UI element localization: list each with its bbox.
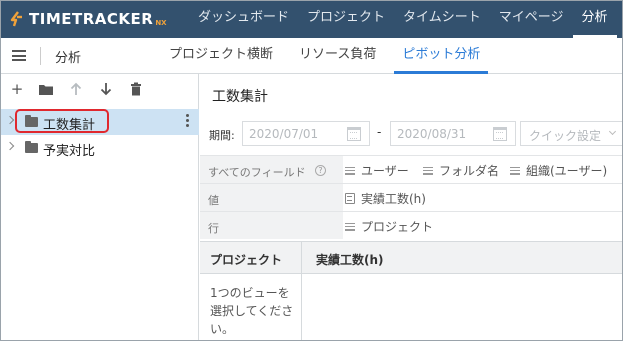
all-fields-label-cell: すべてのフィールド ? [200, 155, 343, 183]
column-header-project: プロジェクト [210, 253, 283, 267]
drag-handle-icon [345, 222, 355, 231]
values-label-cell: 値 [200, 183, 343, 211]
drag-handle-icon [423, 166, 433, 175]
rows-row: 行 プロジェクト [200, 211, 622, 239]
all-fields-label: すべてのフィールド [208, 166, 306, 179]
more-options-icon[interactable] [186, 114, 189, 129]
rows-area: プロジェクト [343, 211, 622, 239]
nav-project[interactable]: プロジェクト [298, 1, 394, 38]
help-icon[interactable]: ? [315, 165, 326, 176]
section-title: 分析 [55, 51, 82, 66]
drag-handle-icon [345, 166, 355, 175]
nav-analysis[interactable]: 分析 [572, 1, 617, 38]
pivot-table-header: プロジェクト 実績工数(h) [200, 241, 622, 275]
divider [40, 47, 41, 65]
trash-icon[interactable] [128, 81, 144, 97]
column-divider [301, 274, 302, 340]
field-chip-label: フォルダ名 [439, 164, 500, 178]
field-chip-actual-hours[interactable]: 実績工数(h) [345, 190, 426, 207]
rows-label: 行 [208, 222, 219, 235]
period-label: 期間: [209, 129, 235, 142]
add-icon[interactable]: + [9, 81, 25, 97]
date-from-field[interactable]: 2020/07/01 [242, 121, 370, 146]
quick-setting-label: クイック設定 [529, 129, 602, 143]
calendar-icon[interactable] [347, 127, 361, 141]
rows-label-cell: 行 [200, 211, 343, 239]
chevron-down-icon [608, 127, 617, 136]
arrow-up-icon[interactable] [68, 81, 84, 97]
empty-state-message: 1つのビューを選択してください。 [210, 286, 294, 336]
expand-chevron-icon[interactable] [5, 115, 15, 125]
pivot-panel: 工数集計 期間: 2020/07/01 - 2020/08/31 クイック設定 … [200, 74, 622, 340]
drag-handle-icon [510, 166, 520, 175]
field-chip-project[interactable]: プロジェクト [345, 218, 433, 235]
app-window: TIMETRACKER NX ダッシュボード プロジェクト タイムシート マイペ… [0, 0, 623, 341]
tab-resource-load[interactable]: リソース負荷 [291, 38, 384, 74]
tree-item-yojitsu-taihi[interactable]: 予実対比 [1, 135, 199, 161]
field-chip-organization[interactable]: 組織(ユーザー) [510, 162, 607, 179]
field-chip-label: プロジェクト [361, 220, 434, 234]
tab-cross-project[interactable]: プロジェクト横断 [161, 38, 281, 74]
all-fields-area: ユーザー フォルダ名 組織(ユーザー) [343, 155, 622, 183]
sub-header: 分析 プロジェクト横断 リソース負荷 ピボット分析 [1, 38, 622, 74]
value-field-icon [345, 193, 355, 204]
values-label: 値 [208, 194, 219, 207]
logo-icon [10, 11, 22, 27]
page-title: 工数集計 [212, 89, 268, 105]
column-divider [301, 242, 302, 275]
sub-tabs: プロジェクト横断 リソース負荷 ピボット分析 [161, 38, 498, 74]
values-area: 実績工数(h) [343, 183, 622, 211]
field-chip-label: 組織(ユーザー) [526, 164, 608, 178]
column-header-actual-hours: 実績工数(h) [316, 253, 384, 267]
nav-dashboard[interactable]: ダッシュボード [189, 1, 298, 38]
tree-toolbar: + [1, 74, 199, 104]
tab-pivot-analysis[interactable]: ピボット分析 [394, 38, 489, 74]
folder-icon [25, 141, 38, 153]
logo-suffix: NX [155, 18, 167, 27]
all-fields-row: すべてのフィールド ? ユーザー フォルダ名 組織(ユーザー) [200, 155, 622, 183]
hamburger-menu-icon[interactable] [12, 50, 26, 61]
calendar-icon[interactable] [493, 127, 507, 141]
field-chip-folder-name[interactable]: フォルダ名 [423, 162, 499, 179]
nav-timesheet[interactable]: タイムシート [394, 1, 490, 38]
date-from-value: 2020/07/01 [249, 127, 319, 141]
values-row: 値 実績工数(h) [200, 183, 622, 211]
date-to-field[interactable]: 2020/08/31 [390, 121, 516, 146]
app-logo[interactable]: TIMETRACKER NX [9, 8, 167, 30]
arrow-down-icon[interactable] [98, 81, 114, 97]
date-separator: - [377, 125, 382, 139]
field-chip-label: ユーザー [361, 164, 409, 178]
top-nav-bar: TIMETRACKER NX ダッシュボード プロジェクト タイムシート マイペ… [1, 1, 622, 38]
logo-text: TIMETRACKER [29, 10, 154, 28]
nav-mypage[interactable]: マイページ [490, 1, 573, 38]
expand-chevron-icon[interactable] [5, 141, 15, 151]
field-chip-label: 実績工数(h) [361, 192, 426, 206]
date-to-value: 2020/08/31 [397, 127, 467, 141]
tree-item-label: 予実対比 [43, 144, 96, 159]
folder-icon[interactable] [38, 81, 54, 97]
quick-setting-select[interactable]: クイック設定 [520, 121, 622, 146]
field-chip-user[interactable]: ユーザー [345, 162, 409, 179]
view-tree-panel: + 工数集計 予実対比 [1, 74, 199, 340]
selection-highlight [15, 109, 109, 133]
main-nav: ダッシュボード プロジェクト タイムシート マイページ 分析 [189, 1, 617, 38]
